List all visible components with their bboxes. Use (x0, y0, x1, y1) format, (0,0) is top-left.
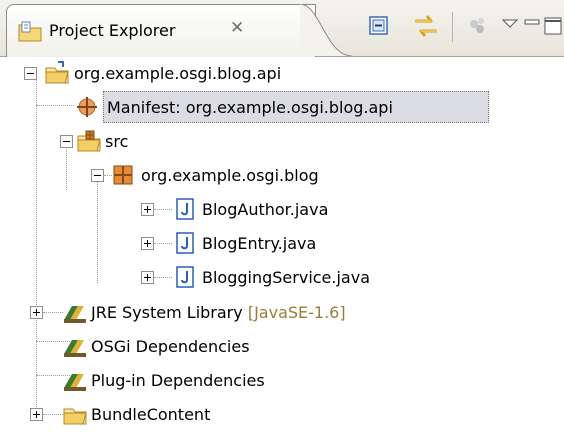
tree-item-plugin-dependencies[interactable]: Plug-in Dependencies (0, 364, 564, 398)
tree-item-src[interactable]: src (0, 125, 564, 159)
tree-item-jre-library[interactable]: JRE System Library [JavaSE-1.6] (0, 296, 564, 330)
java-file-icon (176, 198, 194, 220)
maximize-icon[interactable] (541, 12, 564, 40)
tree-item-project[interactable]: org.example.osgi.blog.api (0, 57, 564, 91)
tree-guide-line (43, 312, 63, 313)
tree-item-label: BundleContent (91, 405, 211, 424)
expand-toggle[interactable] (141, 203, 154, 216)
tree-item-label: BlogEntry.java (202, 234, 317, 253)
jre-version-decoration: [JavaSE-1.6] (247, 303, 346, 322)
tab-curve (300, 4, 352, 56)
toolbar-separator (452, 12, 453, 42)
collapse-toggle[interactable] (24, 67, 37, 80)
tree-item-label: org.example.osgi.blog (141, 166, 319, 185)
plugin-project-icon (45, 61, 69, 84)
java-file-icon (176, 266, 194, 288)
tree-item-java-file[interactable]: BlogEntry.java (0, 227, 564, 261)
tree-item-bundle-content[interactable]: BundleContent (0, 398, 564, 432)
close-tab-icon[interactable]: ✕ (230, 18, 244, 38)
library-icon (64, 340, 86, 357)
expand-toggle[interactable] (141, 271, 154, 284)
filters-icon[interactable] (465, 12, 493, 40)
tree-item-package[interactable]: org.example.osgi.blog (0, 159, 564, 193)
tree-item-java-file[interactable]: BloggingService.java (0, 261, 564, 295)
tree-item-label: OSGi Dependencies (91, 337, 250, 356)
library-icon (64, 306, 86, 323)
tree-item-label: org.example.osgi.blog.api (74, 64, 282, 83)
tree-item-label: Plug-in Dependencies (91, 371, 265, 390)
project-explorer-view: Project Explorer ✕ org.example.osgi.blog… (0, 0, 564, 435)
project-explorer-tab[interactable]: Project Explorer ✕ (6, 4, 316, 57)
tree-item-label: BlogAuthor.java (202, 200, 329, 219)
manifest-icon (77, 97, 97, 117)
tree-item-label: JRE System Library [JavaSE-1.6] (91, 303, 346, 322)
project-tree: org.example.osgi.blog.api Manifest: org.… (0, 57, 564, 435)
link-with-editor-icon[interactable] (412, 12, 440, 40)
view-tab-bar: Project Explorer ✕ (0, 0, 564, 57)
view-title: Project Explorer (49, 21, 176, 40)
tree-item-label: BloggingService.java (202, 268, 371, 287)
library-icon (64, 374, 86, 391)
folder-icon (63, 408, 87, 425)
package-icon (113, 165, 133, 185)
expand-toggle[interactable] (141, 237, 154, 250)
expand-toggle[interactable] (30, 408, 43, 421)
collapse-all-icon[interactable] (365, 12, 393, 40)
tree-item-label: src (105, 132, 129, 151)
tree-item-osgi-dependencies[interactable]: OSGi Dependencies (0, 330, 564, 364)
collapse-toggle[interactable] (91, 169, 104, 182)
collapse-toggle[interactable] (60, 135, 73, 148)
tree-guide-line (43, 414, 63, 415)
project-explorer-icon (18, 21, 42, 42)
tree-guide-line (154, 243, 172, 244)
tree-item-java-file[interactable]: BlogAuthor.java (0, 193, 564, 227)
tree-item-manifest[interactable]: Manifest: org.example.osgi.blog.api (0, 91, 564, 125)
source-folder-icon (77, 130, 101, 152)
java-file-icon (176, 232, 194, 254)
tree-guide-line (154, 277, 172, 278)
tree-guide-line (154, 209, 172, 210)
jre-label: JRE System Library (91, 303, 243, 322)
tree-item-label: Manifest: org.example.osgi.blog.api (107, 98, 393, 117)
expand-toggle[interactable] (30, 306, 43, 319)
